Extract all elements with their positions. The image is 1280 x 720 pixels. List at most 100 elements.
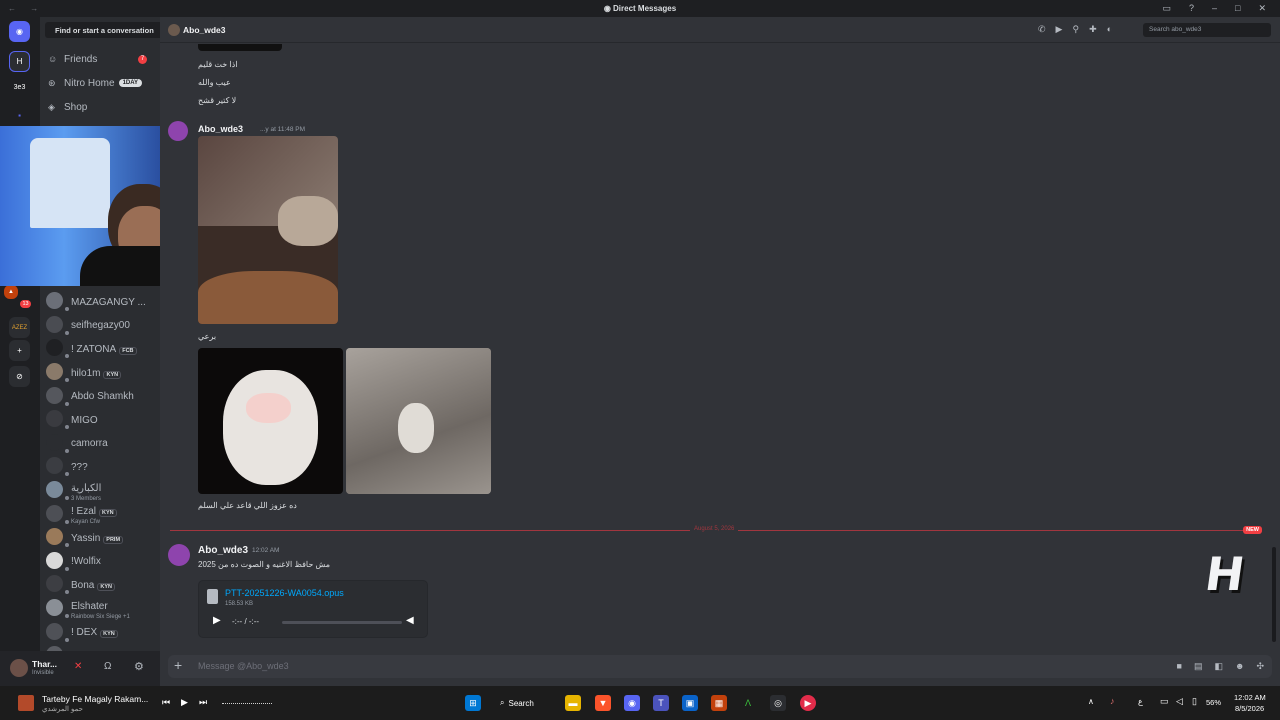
message-input[interactable]: Message @Abo_wde3 — [198, 661, 289, 671]
prev-icon[interactable]: ⏮ — [162, 697, 170, 708]
dm-item[interactable]: ! Ezal KYN Kayan Cfw — [40, 501, 160, 525]
nav-nitro[interactable]: ⊛ Nitro Home 1DAY — [48, 74, 156, 92]
brave-icon[interactable]: ▼ — [595, 695, 611, 711]
message-image-cat-stairs[interactable] — [346, 348, 491, 494]
dm-text: camorra — [71, 433, 108, 451]
network-icon[interactable]: ▭ — [1160, 696, 1169, 707]
language-indicator[interactable]: ع — [1138, 697, 1143, 706]
server-label[interactable]: 3e3 — [9, 77, 30, 98]
play-icon[interactable]: ▶ — [213, 615, 221, 626]
dm-item[interactable]: !Wolfix — [40, 549, 160, 573]
mute-icon[interactable]: ✕ — [74, 661, 82, 672]
server-icon-azez[interactable]: AZEZ — [9, 317, 30, 338]
message-line: اذا خت قليم — [198, 60, 238, 69]
inbox-icon[interactable]: ▭ — [1162, 3, 1171, 14]
app-icon[interactable]: ▦ — [711, 695, 727, 711]
status-dot — [64, 400, 70, 407]
scrollbar[interactable] — [1272, 547, 1276, 642]
microphone-icon[interactable]: ♪ — [1110, 696, 1115, 706]
find-conversation-button[interactable]: Find or start a conversation — [45, 22, 160, 38]
audio-progress[interactable] — [282, 621, 402, 624]
home-discord-icon[interactable]: ◉ — [9, 21, 30, 42]
message-image-white-cat[interactable] — [198, 348, 343, 494]
dm-item[interactable]: Bona KYN — [40, 572, 160, 596]
next-icon[interactable]: ⏭ — [199, 697, 207, 708]
dm-item[interactable]: Yassin PRIM — [40, 525, 160, 549]
media-play-icon[interactable]: ▶ — [181, 697, 188, 708]
cat-fur — [223, 370, 318, 485]
store-icon[interactable]: ▣ — [682, 695, 698, 711]
dm-item[interactable]: Elshater Rainbow Six Siege +1 — [40, 596, 160, 620]
message-author[interactable]: Abo_wde3 — [198, 124, 243, 134]
nvidia-icon[interactable]: Λ — [740, 695, 756, 711]
last-message-author[interactable]: Abo_wde3 — [198, 545, 248, 556]
dm-item[interactable]: ??? — [40, 454, 160, 478]
shop-icon: ◈ — [48, 101, 55, 112]
folder-icon[interactable]: ▪ — [9, 105, 30, 126]
dm-text: Elshater Rainbow Six Siege +1 — [71, 596, 130, 620]
profile-icon[interactable]: ◐ — [1107, 24, 1112, 35]
add-friends-icon[interactable]: ✚ — [1089, 24, 1097, 35]
help-icon[interactable]: ? — [1189, 3, 1194, 14]
message-image-cat-wood[interactable] — [198, 136, 338, 324]
dm-name: hilo1m — [71, 367, 101, 379]
server-icon-fire[interactable]: ▲ — [4, 285, 18, 299]
taskbar-search[interactable]: ⌕ Search — [500, 695, 550, 711]
logo-watermark: H — [1201, 547, 1248, 601]
discover-icon[interactable]: ⊘ — [9, 366, 30, 387]
dm-item[interactable]: ! ZATONA FCB — [40, 336, 160, 360]
video-call-icon[interactable]: ▶ — [1056, 24, 1063, 35]
volume-tray-icon[interactable]: ◁ — [1176, 696, 1183, 707]
discord-taskbar-icon[interactable]: ◉ — [624, 695, 640, 711]
clock-time[interactable]: 12:02 AM — [1234, 693, 1266, 702]
message-composer[interactable]: + Message @Abo_wde3 ■ ▤ ◧ ☻ ✣ — [168, 655, 1272, 678]
dm-tag: FCB — [119, 346, 137, 355]
dm-item[interactable]: Abdo Shamkh — [40, 383, 160, 407]
file-explorer-icon[interactable]: ▬ — [565, 695, 581, 711]
emoji-icon[interactable]: ☻ — [1235, 661, 1244, 672]
dm-name: Yassin — [71, 532, 101, 544]
attachment-filename[interactable]: PTT-20251226-WA0054.opus — [225, 588, 344, 598]
gift-icon[interactable]: ■ — [1177, 661, 1182, 672]
windows-start-icon[interactable]: ⊞ — [465, 695, 481, 711]
user-name[interactable]: Thar... — [32, 659, 57, 669]
apps-icon[interactable]: ✣ — [1256, 661, 1264, 672]
window-controls: ▭ ? – □ ✕ — [1162, 3, 1266, 14]
dm-item[interactable]: الكبارية 3 Members — [40, 478, 160, 502]
dm-name: ??? — [71, 461, 88, 473]
add-attachment-icon[interactable]: + — [174, 657, 182, 673]
sticker-icon[interactable]: ◧ — [1214, 661, 1223, 672]
user-avatar[interactable] — [10, 659, 28, 677]
dm-item[interactable]: camorra — [40, 431, 160, 455]
pin-icon[interactable]: ⚲ — [1072, 24, 1079, 35]
media-app-icon[interactable]: ▶ — [800, 695, 816, 711]
dm-item[interactable]: ! DEX KYN — [40, 619, 160, 643]
dm-item[interactable]: MAZAGANGY ... — [40, 289, 160, 313]
settings-icon[interactable]: ⚙ — [134, 660, 144, 673]
minimize-button[interactable]: – — [1212, 3, 1217, 14]
divider-date: August 5, 2026 — [690, 526, 739, 532]
server-icon-h[interactable]: H — [9, 51, 30, 72]
battery-percent: 56% — [1206, 698, 1222, 707]
close-button[interactable]: ✕ — [1258, 3, 1266, 14]
tray-chevron-icon[interactable]: ∧ — [1088, 697, 1094, 706]
clock-date[interactable]: 8/5/2026 — [1235, 704, 1264, 713]
add-server-icon[interactable]: + — [9, 340, 30, 361]
partial-image — [198, 44, 282, 51]
dm-item[interactable]: hilo1m KYN — [40, 360, 160, 384]
maximize-button[interactable]: □ — [1235, 3, 1240, 14]
nav-friends[interactable]: ☺ Friends 7 — [48, 50, 156, 68]
headphones-icon[interactable]: Ω — [104, 661, 111, 672]
nav-shop[interactable]: ◈ Shop — [48, 98, 156, 116]
volume-icon[interactable]: ◀ — [406, 615, 414, 626]
gif-icon[interactable]: ▤ — [1194, 661, 1203, 672]
steam-icon[interactable]: ◎ — [770, 695, 786, 711]
search-input[interactable]: Search abo_wde3 — [1143, 23, 1271, 37]
media-thumb[interactable] — [18, 695, 34, 711]
voice-call-icon[interactable]: ✆ — [1038, 24, 1046, 35]
dm-item[interactable]: MIGO — [40, 407, 160, 431]
battery-icon[interactable]: ▯ — [1192, 696, 1197, 707]
teams-icon[interactable]: T — [653, 695, 669, 711]
dm-item[interactable]: seifhegazy00 — [40, 313, 160, 337]
new-messages-divider: August 5, 2026 NEW — [170, 526, 1262, 534]
